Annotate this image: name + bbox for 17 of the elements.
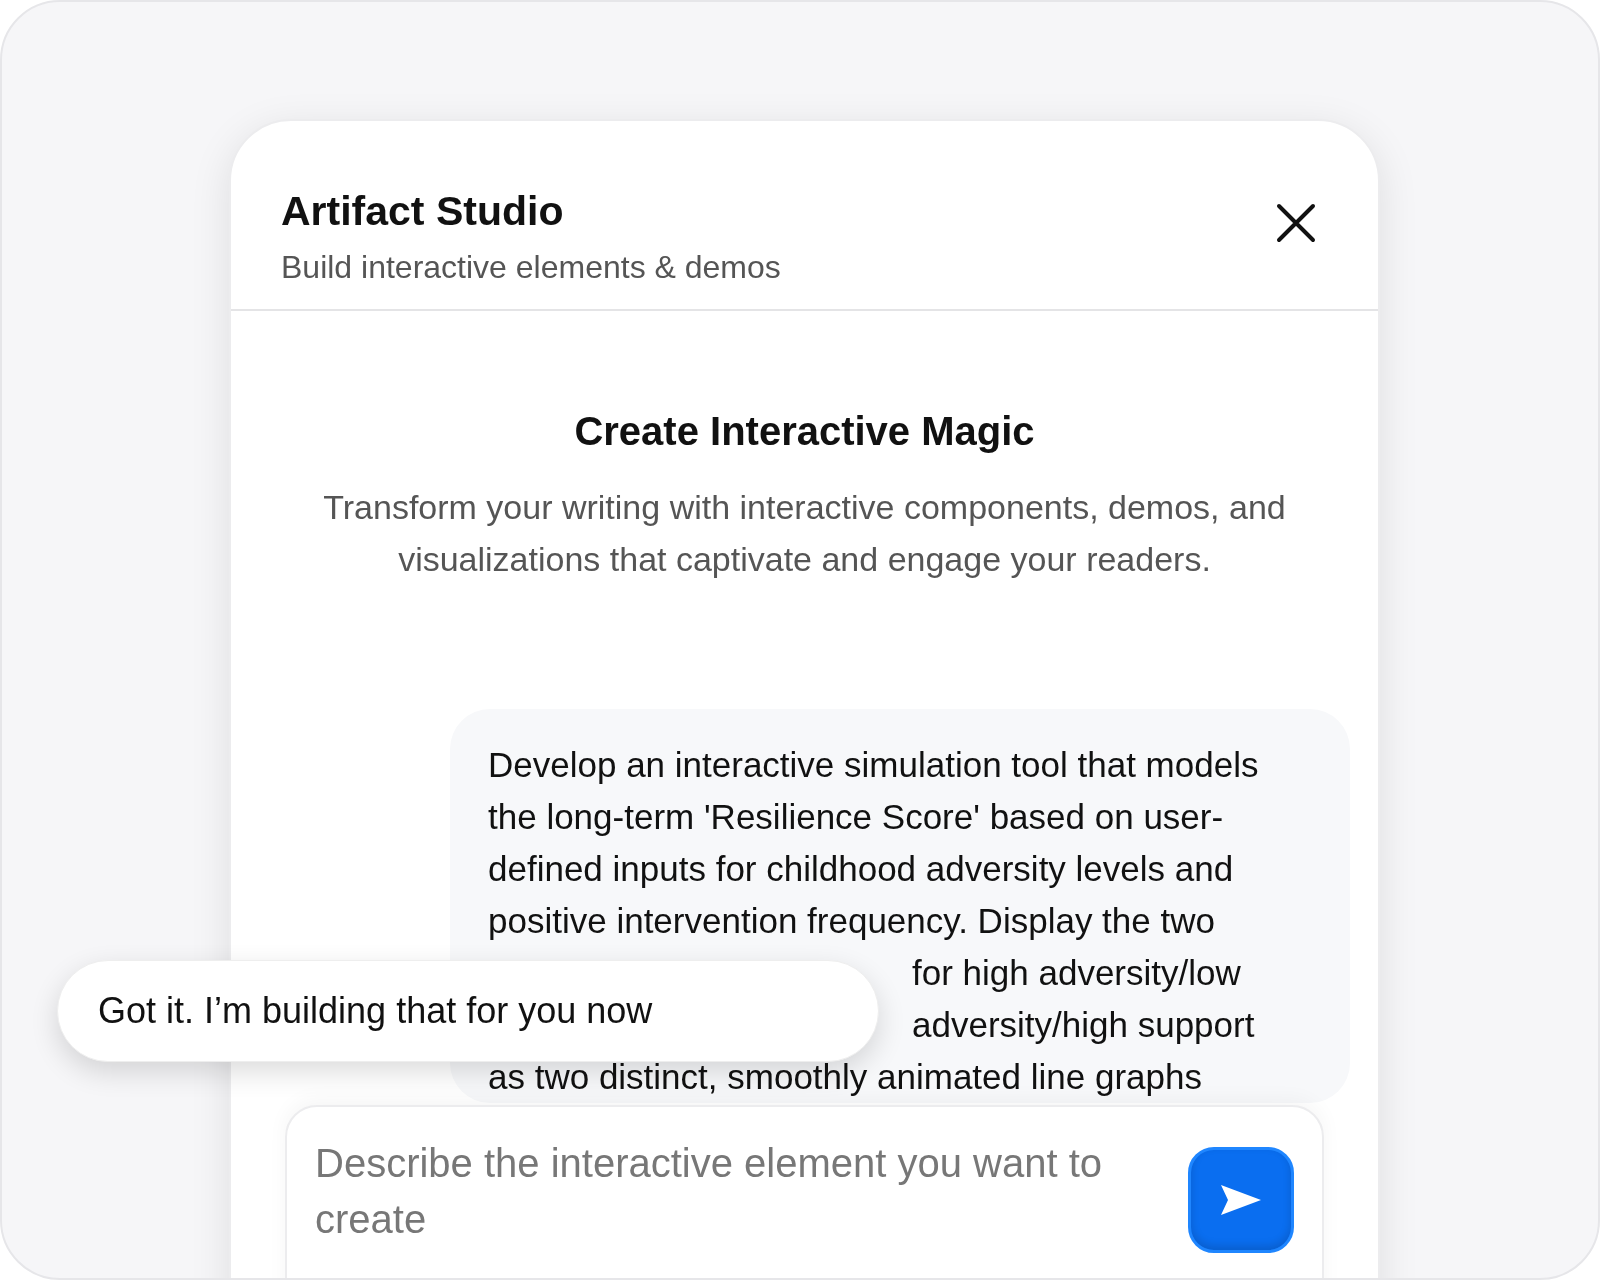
message-composer[interactable]: Describe the interactive element you want to create (285, 1105, 1324, 1278)
close-icon (1276, 203, 1316, 243)
message-line: adversity/high support (912, 1004, 1255, 1046)
dialog-subtitle: Build interactive elements & demos (281, 248, 781, 287)
section-heading: Create Interactive Magic (574, 408, 1035, 455)
status-toast: Got it. I’m building that for you now (57, 960, 879, 1062)
message-line: for high adversity/low (912, 952, 1241, 994)
send-button[interactable] (1188, 1147, 1294, 1253)
send-arrow-icon (1219, 1183, 1263, 1217)
message-input[interactable]: Describe the interactive element you want to create (315, 1135, 1168, 1255)
dialog-title: Artifact Studio (281, 187, 565, 235)
close-button[interactable] (1276, 203, 1316, 243)
intro-text: Transform your writing with interactive components, demos, and visualizations that captivate and engage your readers. (322, 487, 1287, 580)
message-line: positive intervention frequency. Display the two (488, 900, 1215, 942)
message-line: defined inputs for childhood adversity levels and (488, 848, 1234, 890)
message-line: the long-term 'Resilience Score' based on user- (488, 796, 1224, 838)
message-line: Develop an interactive simulation tool that models (488, 744, 1259, 786)
